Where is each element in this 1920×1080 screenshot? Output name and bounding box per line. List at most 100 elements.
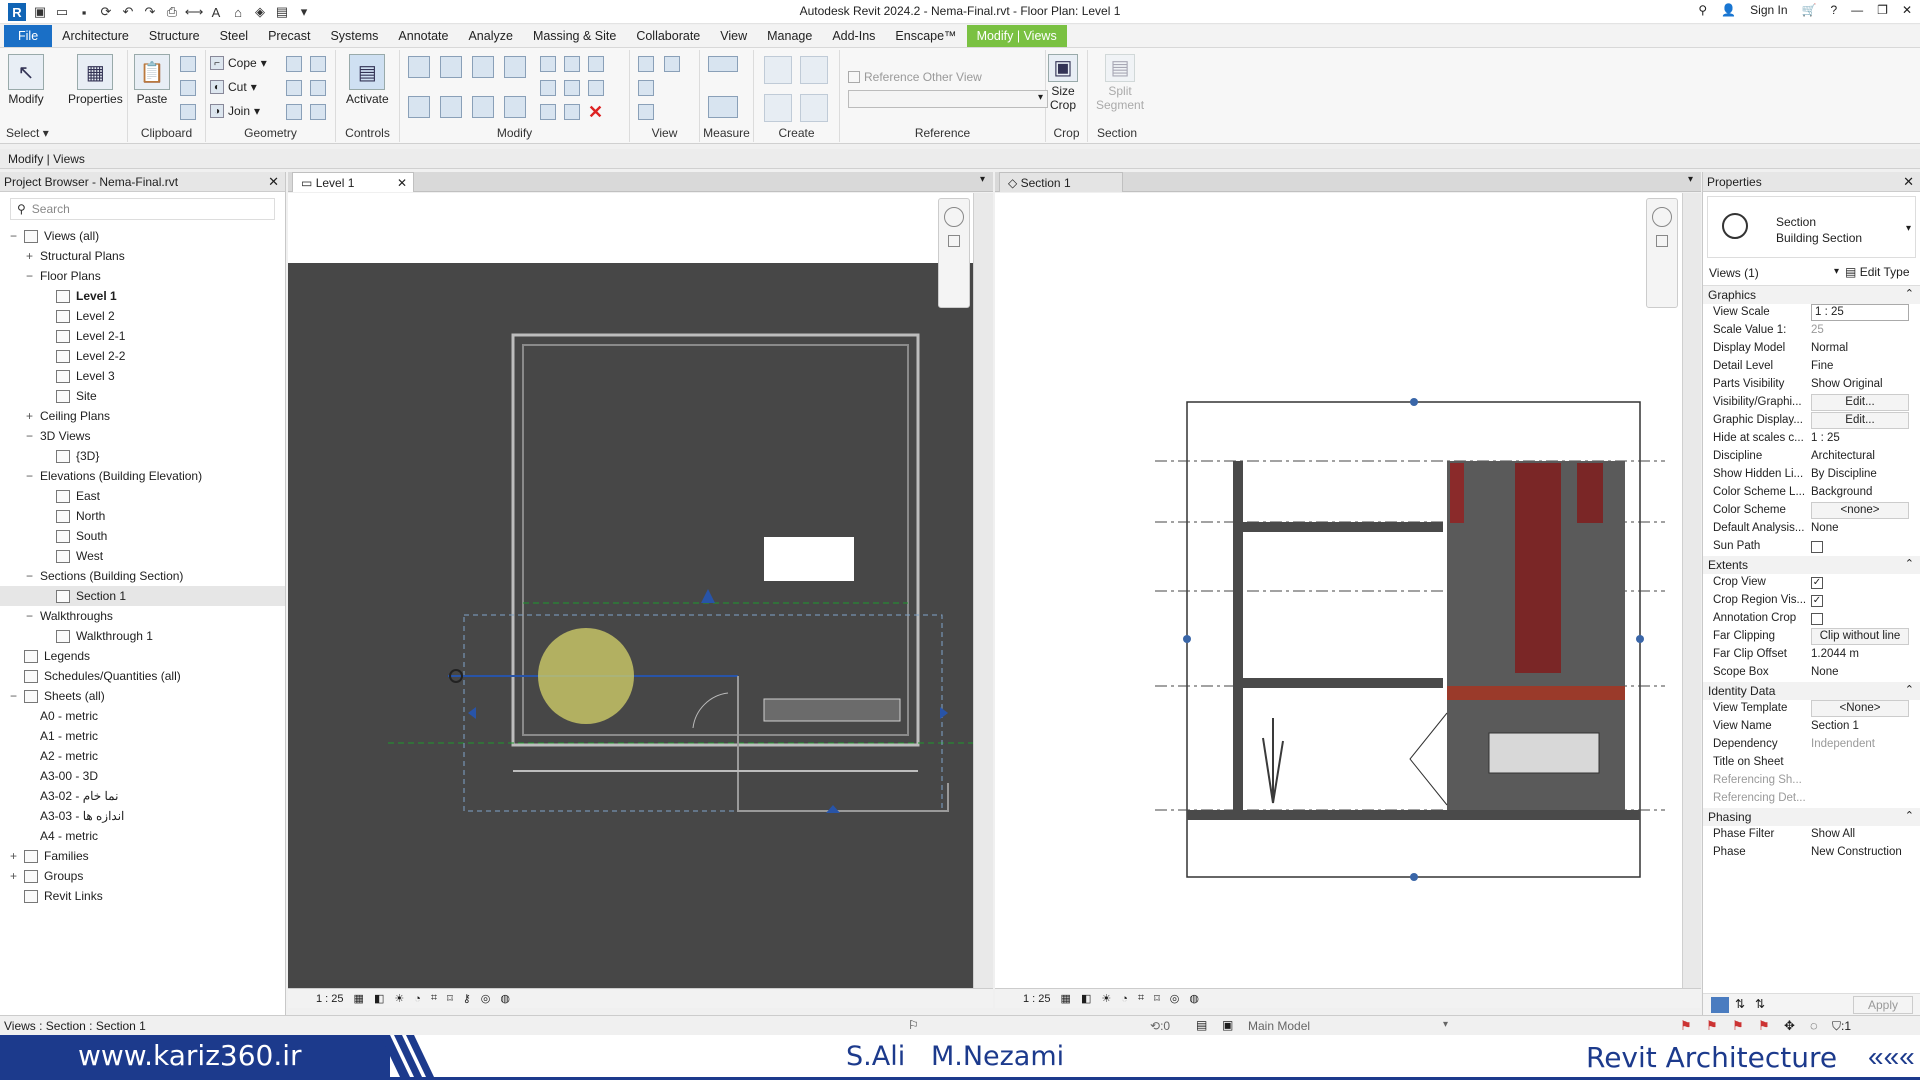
crop-view-icon[interactable]: ⌗	[431, 992, 437, 1005]
grip-icon[interactable]	[1410, 873, 1418, 881]
expand-icon[interactable]: +	[10, 866, 20, 886]
tree-item[interactable]: + Families	[0, 846, 285, 866]
tree-item[interactable]: Level 3	[0, 366, 285, 386]
array-icon[interactable]	[540, 80, 556, 96]
tab-massing-site[interactable]: Massing & Site	[523, 25, 626, 47]
size-crop-button[interactable]: ▣ Size Crop	[1048, 54, 1078, 112]
tab-steel[interactable]: Steel	[210, 25, 259, 47]
tab-architecture[interactable]: Architecture	[52, 25, 139, 47]
search-input[interactable]: ⚲ Search	[10, 198, 275, 220]
tab-structure[interactable]: Structure	[139, 25, 210, 47]
minimize-button[interactable]: —	[1851, 3, 1863, 17]
geometry-tool-icon[interactable]	[286, 104, 302, 120]
vertical-scrollbar[interactable]	[1682, 193, 1701, 988]
property-checkbox[interactable]: ✓	[1811, 577, 1823, 589]
help-icon[interactable]: ?	[1830, 3, 1837, 17]
reveal-hidden-icon[interactable]: ◍	[1189, 992, 1199, 1005]
delete-icon[interactable]: ✕	[588, 102, 603, 123]
restore-button[interactable]: ❐	[1877, 3, 1888, 17]
tree-item[interactable]: − Elevations (Building Elevation)	[0, 466, 285, 486]
tree-item[interactable]: A3-02 - نما خام	[0, 786, 285, 806]
tab-collaborate[interactable]: Collaborate	[626, 25, 710, 47]
reference-other-view-checkbox[interactable]: Reference Other View	[848, 70, 982, 84]
move-icon[interactable]	[408, 96, 430, 118]
shadows-icon[interactable]: ◔	[414, 993, 421, 1005]
hide-icon[interactable]	[638, 56, 654, 72]
binoculars-icon[interactable]: ⚲	[1698, 3, 1707, 17]
geometry-tool-icon[interactable]	[286, 56, 302, 72]
activate-button[interactable]: ▤ Activate	[346, 54, 389, 106]
tree-item[interactable]: A0 - metric	[0, 706, 285, 726]
select-underlay-icon[interactable]: ⚑	[1706, 1018, 1718, 1034]
arrow-handle-icon[interactable]	[826, 805, 840, 813]
view-scale[interactable]: 1 : 25	[316, 993, 344, 1005]
tree-item[interactable]: A4 - metric	[0, 826, 285, 846]
geometry-tool-icon[interactable]	[310, 80, 326, 96]
temporary-hide-icon[interactable]: ◎	[1170, 992, 1180, 1005]
type-selector[interactable]: Section Building Section ▾	[1707, 196, 1916, 258]
geometry-tool-icon[interactable]	[286, 80, 302, 96]
cut-geometry-button[interactable]: ◐ Cut ▾	[210, 80, 257, 94]
tree-item[interactable]: Site	[0, 386, 285, 406]
pin-icon[interactable]	[588, 80, 604, 96]
tree-item[interactable]: A1 - metric	[0, 726, 285, 746]
editable-icon[interactable]: ▣	[1222, 1018, 1233, 1032]
tab-precast[interactable]: Precast	[258, 25, 320, 47]
offset-icon[interactable]	[440, 56, 462, 78]
grip-icon[interactable]	[1183, 635, 1191, 643]
unpin-icon[interactable]	[588, 56, 604, 72]
reference-view-dropdown[interactable]: ▾	[848, 90, 1048, 108]
property-value[interactable]: Clip without line	[1811, 628, 1909, 645]
view-scale[interactable]: 1 : 25	[1023, 993, 1051, 1005]
tab-view[interactable]: View	[710, 25, 757, 47]
measure-icon[interactable]	[708, 56, 738, 72]
tree-item[interactable]: West	[0, 546, 285, 566]
tree-item[interactable]: South	[0, 526, 285, 546]
tab-section-1[interactable]: ◇ Section 1	[999, 172, 1123, 192]
trim-multi-icon[interactable]	[564, 104, 580, 120]
tab-add-ins[interactable]: Add-Ins	[822, 25, 885, 47]
close-button[interactable]: ✕	[1902, 3, 1912, 17]
tree-item[interactable]: Level 2-1	[0, 326, 285, 346]
tab-systems[interactable]: Systems	[320, 25, 388, 47]
tree-item[interactable]: Legends	[0, 646, 285, 666]
collapse-icon[interactable]: ⌃	[1905, 809, 1914, 822]
zoom-icon[interactable]	[948, 235, 960, 247]
tree-item[interactable]: + Structural Plans	[0, 246, 285, 266]
temporary-hide-icon[interactable]: ◎	[481, 992, 491, 1005]
dimension-icon[interactable]	[708, 96, 738, 118]
tab-file[interactable]: File	[4, 25, 53, 47]
cope-button[interactable]: ⌐ Cope ▾	[210, 56, 267, 70]
arrow-handle-icon[interactable]	[940, 707, 948, 719]
sort-icon[interactable]: ⇅	[1735, 997, 1745, 1011]
tree-item[interactable]: − Sections (Building Section)	[0, 566, 285, 586]
property-group[interactable]: Extents ⌃	[1703, 556, 1920, 574]
navigation-bar[interactable]	[1646, 198, 1678, 308]
geometry-tool-icon[interactable]	[310, 56, 326, 72]
override-icon[interactable]	[638, 80, 654, 96]
user-icon[interactable]: 👤	[1721, 3, 1736, 17]
tree-item[interactable]: Level 1	[0, 286, 285, 306]
zoom-icon[interactable]	[1656, 235, 1668, 247]
tree-item[interactable]: − Walkthroughs	[0, 606, 285, 626]
tree-item[interactable]: − Views (all)	[0, 226, 285, 246]
properties-button[interactable]: ▦ Properties	[68, 54, 123, 106]
tree-item[interactable]: North	[0, 506, 285, 526]
tab-level-1[interactable]: ▭ Level 1 ✕	[292, 172, 414, 192]
filter-button[interactable]: ⛉:1	[1832, 1019, 1851, 1034]
steering-wheel-icon[interactable]	[944, 207, 964, 227]
create-similar-icon[interactable]	[800, 94, 828, 122]
split-segment-button[interactable]: ▤ Split Segment	[1096, 54, 1144, 112]
split-gap-icon[interactable]	[564, 56, 580, 72]
sort-icon[interactable]: ⇅	[1755, 997, 1765, 1011]
collapse-icon[interactable]: −	[26, 606, 36, 626]
property-value[interactable]: Edit...	[1811, 412, 1909, 429]
select-links-icon[interactable]: ⚑	[1680, 1018, 1692, 1034]
section-view[interactable]	[995, 193, 1687, 988]
collapse-icon[interactable]: −	[26, 566, 36, 586]
property-group[interactable]: Phasing ⌃	[1703, 808, 1920, 826]
shadows-icon[interactable]: ◔	[1121, 993, 1128, 1005]
collapse-icon[interactable]: −	[10, 686, 20, 706]
scale-icon[interactable]	[564, 80, 580, 96]
property-checkbox[interactable]	[1811, 613, 1823, 625]
